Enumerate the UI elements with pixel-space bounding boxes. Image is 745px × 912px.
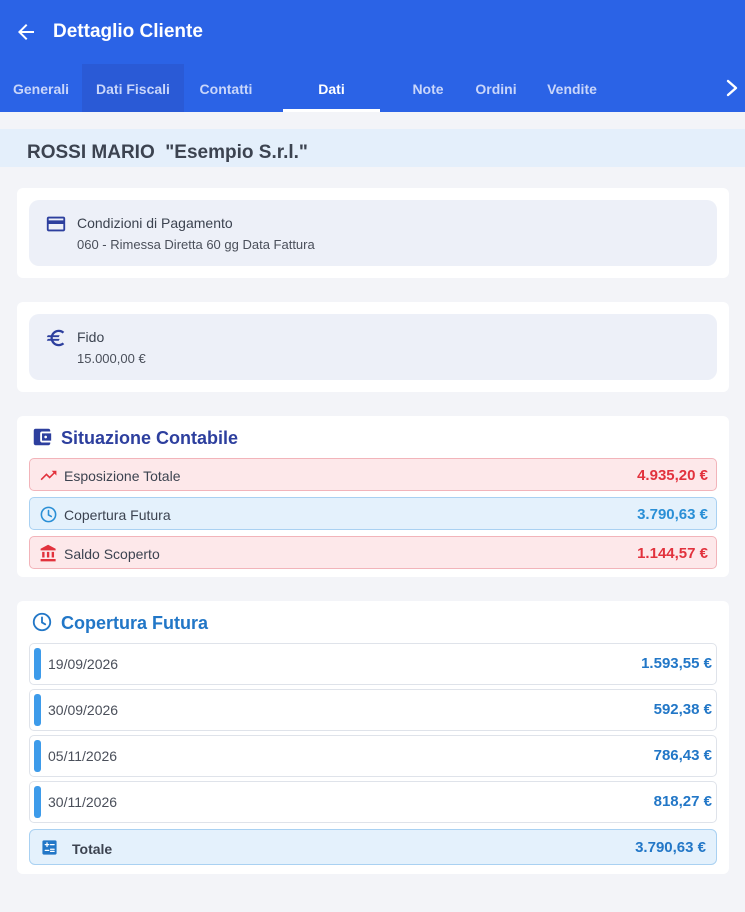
app-bar: Dettaglio Cliente Generali Dati Fiscali … <box>0 0 745 147</box>
payment-conditions-value: 060 - Rimessa Diretta 60 gg Data Fattura <box>77 237 315 252</box>
credit-line-value: 15.000,00 € <box>77 351 146 366</box>
accent-bar <box>34 786 41 818</box>
uncovered-balance-label: Saldo Scoperto <box>64 546 160 562</box>
customer-name: ROSSI MARIO "Esempio S.r.l." <box>27 142 308 163</box>
coverage-card: Copertura Futura 19/09/2026 1.593,55 € 3… <box>17 601 729 874</box>
tab-note[interactable]: Note <box>400 64 456 112</box>
back-arrow-icon[interactable] <box>14 20 38 44</box>
trending-up-icon <box>39 466 58 485</box>
total-exposure-value: 4.935,20 € <box>637 467 708 484</box>
list-item: 30/09/2026 592,38 € <box>29 689 717 731</box>
due-amount: 592,38 € <box>653 701 712 718</box>
tab-vendite[interactable]: Vendite <box>536 64 608 112</box>
total-exposure-label: Esposizione Totale <box>64 468 181 484</box>
due-amount: 1.593,55 € <box>641 655 712 672</box>
due-amount: 818,27 € <box>653 793 712 810</box>
accounting-card: Situazione Contabile Esposizione Totale … <box>17 416 729 577</box>
euro-icon <box>45 327 67 349</box>
due-date: 05/11/2026 <box>48 748 118 764</box>
list-item: 30/11/2026 818,27 € <box>29 781 717 823</box>
tab-ordini[interactable]: Ordini <box>465 64 527 112</box>
tab-generali[interactable]: Generali <box>0 64 82 112</box>
coverage-total-row: Totale 3.790,63 € <box>29 829 717 865</box>
future-coverage-row: Copertura Futura 3.790,63 € <box>29 497 717 530</box>
payment-conditions: Condizioni di Pagamento 060 - Rimessa Di… <box>29 200 717 266</box>
payment-conditions-label: Condizioni di Pagamento <box>77 215 233 231</box>
due-date: 30/09/2026 <box>48 702 119 718</box>
wallet-icon <box>31 426 53 448</box>
credit-line: Fido 15.000,00 € <box>29 314 717 380</box>
tab-dati-economici[interactable]: Dati Economici <box>283 64 380 147</box>
payment-card: Condizioni di Pagamento 060 - Rimessa Di… <box>17 188 729 278</box>
due-amount: 786,43 € <box>653 747 712 764</box>
accounting-title: Situazione Contabile <box>61 428 239 448</box>
total-value: 3.790,63 € <box>635 839 706 856</box>
accent-bar <box>34 648 41 680</box>
credit-line-label: Fido <box>77 329 105 345</box>
clock-icon <box>39 505 58 524</box>
tab-bar: Generali Dati Fiscali Contatti Dati Econ… <box>0 64 745 147</box>
due-date: 30/11/2026 <box>48 794 118 810</box>
future-coverage-value: 3.790,63 € <box>637 506 708 523</box>
credit-card: Fido 15.000,00 € <box>17 302 729 392</box>
bank-icon <box>39 544 58 563</box>
page-title: Dettaglio Cliente <box>53 21 203 42</box>
due-date: 19/09/2026 <box>48 656 119 672</box>
accent-bar <box>34 694 41 726</box>
total-label: Totale <box>72 841 113 857</box>
total-exposure-row: Esposizione Totale 4.935,20 € <box>29 458 717 491</box>
calculator-icon <box>41 839 58 856</box>
accent-bar <box>34 740 41 772</box>
coverage-title: Copertura Futura <box>61 613 209 633</box>
list-item: 05/11/2026 786,43 € <box>29 735 717 777</box>
tab-dati-fiscali[interactable]: Dati Fiscali <box>82 64 184 112</box>
tab-contatti[interactable]: Contatti <box>184 64 268 112</box>
uncovered-balance-row: Saldo Scoperto 1.144,57 € <box>29 536 717 569</box>
chevron-right-icon[interactable] <box>722 64 745 112</box>
list-item: 19/09/2026 1.593,55 € <box>29 643 717 685</box>
future-coverage-label: Copertura Futura <box>64 507 171 523</box>
credit-card-icon <box>45 213 67 235</box>
clock-icon <box>31 611 53 633</box>
uncovered-balance-value: 1.144,57 € <box>637 545 708 562</box>
